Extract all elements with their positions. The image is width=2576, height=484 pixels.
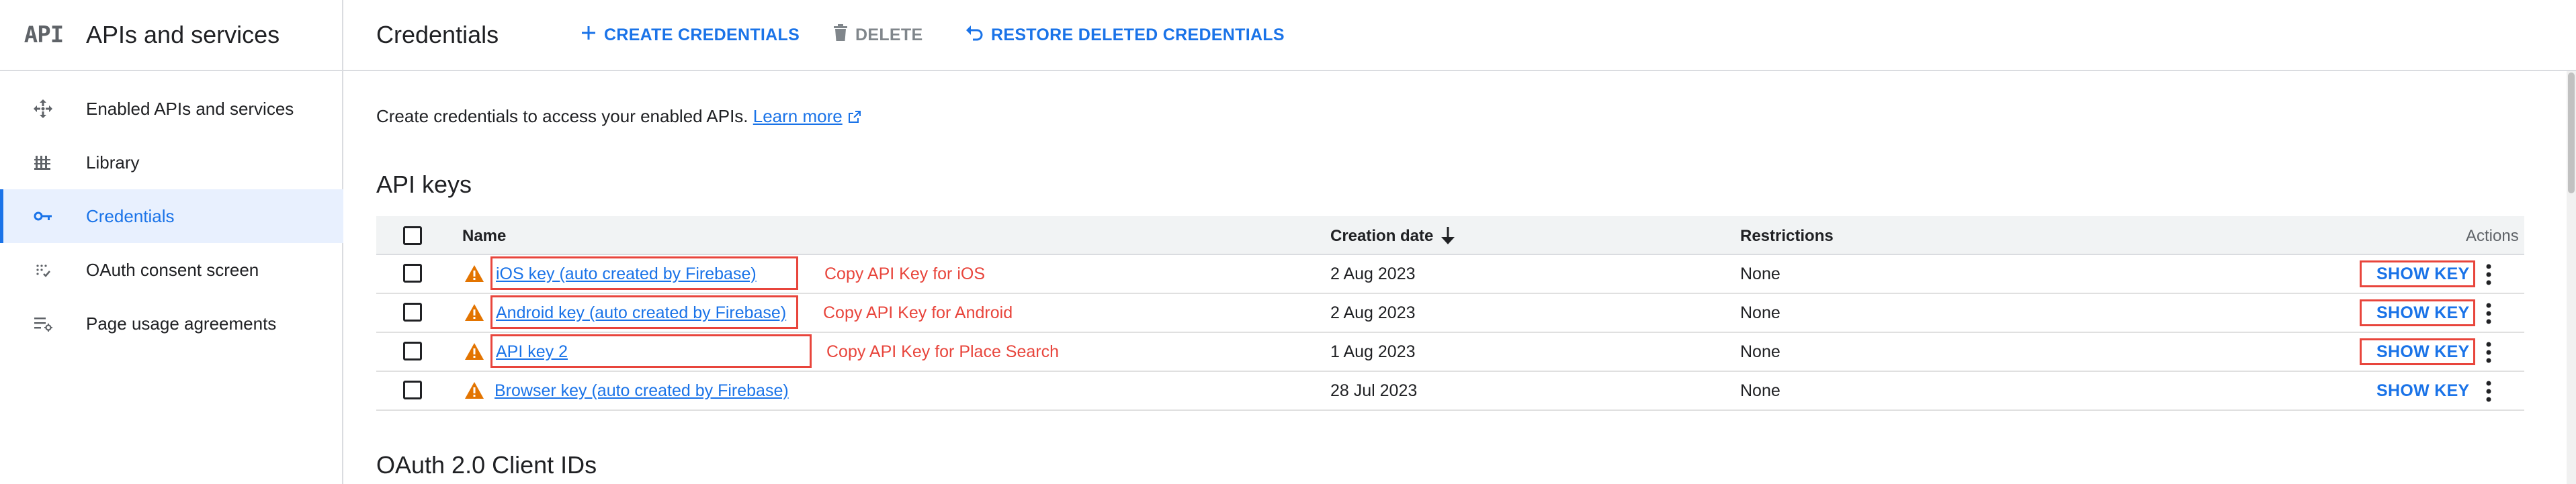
app-root: API APIs and services Enabled APIs and s… [0, 0, 2576, 484]
column-header-creation-date[interactable]: Creation date [1330, 227, 1433, 246]
sidebar: API APIs and services Enabled APIs and s… [0, 0, 343, 484]
column-header-restrictions: Restrictions [1740, 227, 1834, 245]
restore-label: RESTORE DELETED CREDENTIALS [991, 25, 1285, 44]
sidebar-item-oauth-consent[interactable]: OAuth consent screen [0, 243, 343, 297]
sidebar-item-label: OAuth consent screen [86, 259, 259, 280]
annotation-note: Copy API Key for iOS [824, 264, 985, 283]
warning-icon [465, 382, 484, 399]
warning-icon [465, 304, 484, 321]
table-row: Android key (auto created by Firebase) C… [376, 294, 2524, 333]
more-vert-icon[interactable] [2484, 340, 2493, 365]
delete-label: DELETE [855, 25, 923, 44]
oauth-client-ids-heading: OAuth 2.0 Client IDs [376, 451, 597, 479]
plus-icon [580, 24, 597, 46]
undo-icon [964, 24, 984, 46]
table-row: Browser key (auto created by Firebase) 2… [376, 372, 2524, 411]
sidebar-header: API APIs and services [0, 0, 342, 71]
api-key-name-link[interactable]: iOS key (auto created by Firebase) [496, 264, 757, 284]
show-key-button[interactable]: SHOW KEY [2376, 303, 2470, 323]
api-key-name: Android key (auto created by Firebase) [496, 303, 787, 322]
creation-date-cell: 28 Jul 2023 [1330, 381, 1418, 400]
table-row: iOS key (auto created by Firebase) Copy … [376, 255, 2524, 294]
more-vert-icon[interactable] [2484, 379, 2493, 403]
annotation-note: Copy API Key for Place Search [826, 342, 1060, 361]
api-key-name: Browser key (auto created by Firebase) [495, 381, 789, 400]
warning-icon [465, 343, 484, 360]
api-logo[interactable]: API [20, 18, 67, 52]
creation-date-cell: 1 Aug 2023 [1330, 342, 1416, 361]
top-toolbar: Credentials CREATE CREDENTIALS DELETE RE… [343, 0, 2576, 71]
api-key-name: iOS key (auto created by Firebase) [496, 264, 757, 283]
restrictions-cell: None [1740, 342, 1780, 361]
table-header: Name Creation date Restrictions Actions [376, 216, 2524, 255]
show-key-button[interactable]: SHOW KEY [2376, 264, 2470, 284]
row-checkbox[interactable] [403, 381, 422, 399]
sidebar-item-label: Enabled APIs and services [86, 98, 294, 119]
sidebar-item-enabled-apis[interactable]: Enabled APIs and services [0, 82, 343, 136]
delete-button[interactable]: DELETE [832, 23, 922, 47]
consent-icon [31, 258, 55, 282]
sidebar-item-label: Credentials [86, 205, 175, 226]
restrictions-cell: None [1740, 264, 1780, 283]
column-header-name[interactable]: Name [462, 227, 506, 246]
scrollbar-thumb[interactable] [2568, 72, 2575, 193]
services-icon [31, 97, 55, 121]
page-title: Credentials [376, 21, 499, 48]
more-vert-icon[interactable] [2484, 262, 2493, 287]
api-key-name-link[interactable]: Android key (auto created by Firebase) [496, 303, 786, 323]
warning-icon [465, 265, 484, 282]
create-credentials-label: CREATE CREDENTIALS [604, 25, 800, 44]
vertical-scrollbar[interactable] [2567, 71, 2576, 484]
restrictions-cell: None [1740, 381, 1780, 400]
creation-date-cell: 2 Aug 2023 [1330, 264, 1416, 283]
more-vert-icon[interactable] [2484, 301, 2493, 326]
sidebar-item-label: Library [86, 152, 140, 173]
trash-icon [832, 23, 849, 47]
intro-description: Create credentials to access your enable… [376, 106, 748, 126]
creation-date-cell: 2 Aug 2023 [1330, 303, 1416, 322]
sort-arrow-down-icon[interactable] [1438, 225, 1458, 250]
api-key-name-link[interactable]: API key 2 [496, 342, 568, 362]
annotation-note: Copy API Key for Android [823, 303, 1013, 322]
library-icon [31, 150, 55, 175]
key-icon [31, 204, 55, 228]
main-content: Create credentials to access your enable… [376, 71, 2526, 484]
learn-more-link[interactable]: Learn more [753, 106, 843, 126]
api-key-name-link[interactable]: Browser key (auto created by Firebase) [495, 381, 789, 401]
show-key-button[interactable]: SHOW KEY [2376, 381, 2470, 401]
intro-text: Create credentials to access your enable… [376, 106, 862, 127]
settings-list-icon [31, 311, 55, 336]
table-row: API key 2 Copy API Key for Place Search … [376, 333, 2524, 372]
restore-deleted-credentials-button[interactable]: RESTORE DELETED CREDENTIALS [964, 24, 1285, 46]
external-link-icon [847, 106, 862, 126]
sidebar-item-label: Page usage agreements [86, 313, 277, 334]
create-credentials-button[interactable]: CREATE CREDENTIALS [580, 24, 800, 46]
row-checkbox[interactable] [403, 303, 422, 322]
sidebar-item-page-usage[interactable]: Page usage agreements [0, 297, 343, 350]
row-checkbox[interactable] [403, 264, 422, 283]
select-all-checkbox[interactable] [403, 226, 422, 245]
api-key-name: API key 2 [496, 342, 568, 361]
creation-date-label: Creation date [1330, 227, 1434, 245]
api-keys-heading: API keys [376, 171, 472, 198]
restrictions-cell: None [1740, 303, 1780, 322]
sidebar-item-library[interactable]: Library [0, 136, 343, 189]
show-key-button[interactable]: SHOW KEY [2376, 342, 2470, 362]
sidebar-item-credentials[interactable]: Credentials [0, 189, 343, 243]
sidebar-title: APIs and services [86, 21, 280, 48]
column-header-actions: Actions [2466, 227, 2519, 245]
row-checkbox[interactable] [403, 342, 422, 360]
